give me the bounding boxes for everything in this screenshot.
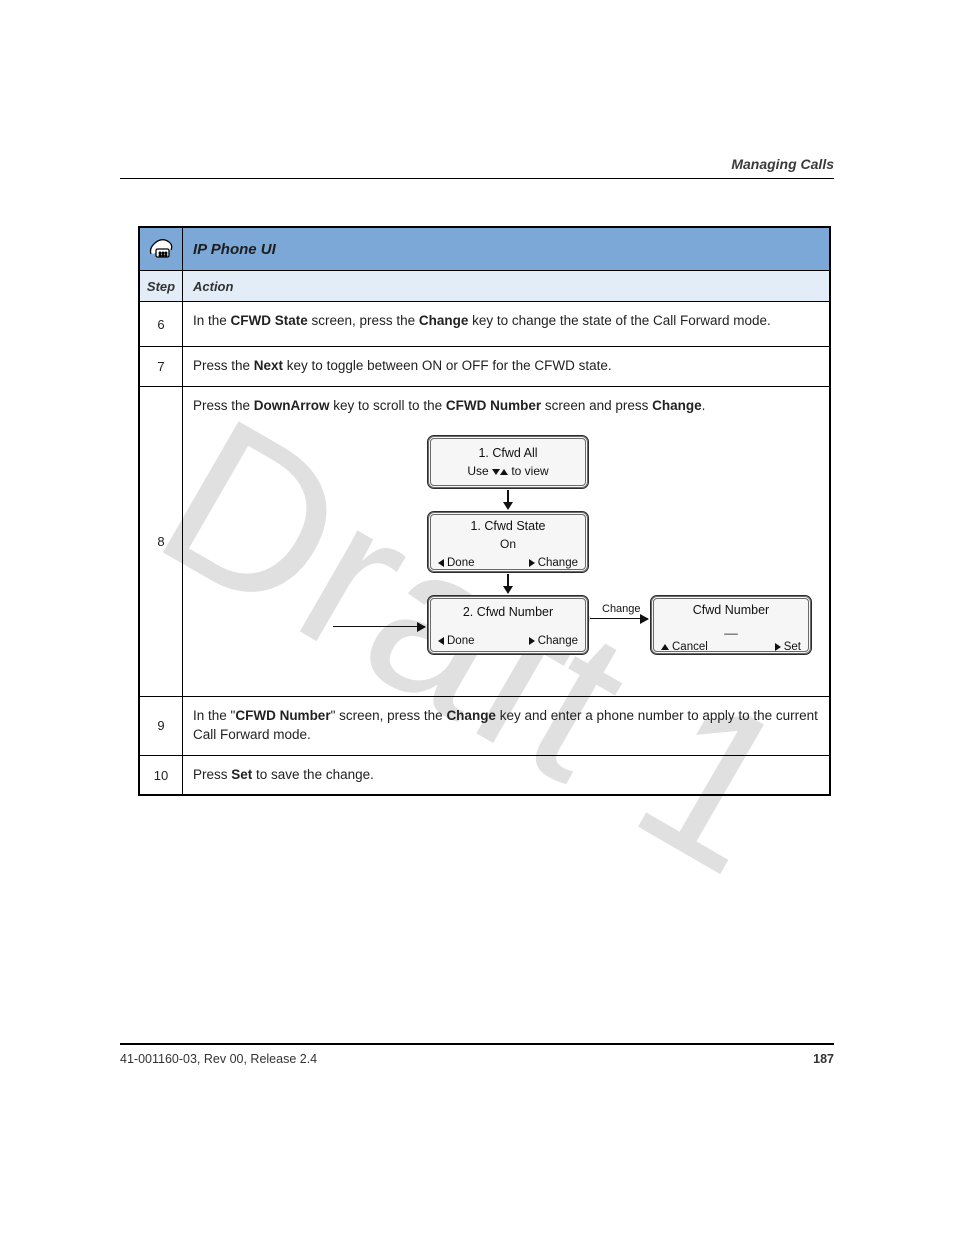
step-action: In the CFWD State screen, press the Chan… [183, 302, 831, 347]
lcd-line: On [431, 535, 585, 553]
table-row: 8 Press the DownArrow key to scroll to t… [139, 386, 830, 696]
flow-edge-label: Change [602, 602, 641, 617]
table-row: 6 In the CFWD State screen, press the Ch… [139, 302, 830, 347]
table-row: 9 In the "CFWD Number" screen, press the… [139, 696, 830, 755]
arrow-right-icon [333, 626, 425, 628]
lcd-softkey-set: Set [775, 639, 801, 655]
table-row: 10 Press Set to save the change. [139, 755, 830, 795]
lcd-softkey-change: Change [529, 555, 578, 571]
table-header-row: Step Action [139, 271, 830, 302]
step-number: 8 [139, 386, 183, 696]
step-number: 7 [139, 347, 183, 387]
arrow-right-icon [590, 618, 648, 620]
table-title: IP Phone UI [183, 227, 831, 271]
step-number: 6 [139, 302, 183, 347]
triangle-down-icon [492, 469, 500, 475]
lcd-line: __ [654, 619, 808, 637]
page: Managing Calls Draft 1 [0, 0, 954, 1235]
header-rule [120, 178, 834, 179]
lcd-softkey-cancel: Cancel [661, 639, 708, 655]
footer-page-number: 187 [813, 1052, 834, 1066]
procedure-table: IP Phone UI Step Action 6 In the CFWD St… [138, 226, 831, 796]
lcd-line: 1. Cfwd State [431, 515, 585, 536]
arrow-down-icon [503, 574, 513, 594]
step-action: In the "CFWD Number" screen, press the C… [183, 696, 831, 755]
triangle-up-icon [661, 644, 669, 650]
step-action: Press Set to save the change. [183, 755, 831, 795]
step-action: Press the DownArrow key to scroll to the… [183, 386, 831, 696]
lcd-line: Use to view [431, 462, 585, 480]
col-header-action: Action [183, 271, 831, 302]
step-action-text: Press the DownArrow key to scroll to the… [193, 397, 819, 416]
step-number: 9 [139, 696, 183, 755]
flow-diagram: 1. Cfwd All Use to view 1. Cfwd State On [193, 416, 819, 686]
footer-rule [120, 1043, 834, 1045]
step-number: 10 [139, 755, 183, 795]
lcd-screen-cfwd-all: 1. Cfwd All Use to view [428, 436, 588, 488]
table-title-row: IP Phone UI [139, 227, 830, 271]
lcd-softkey-done: Done [438, 555, 475, 571]
step-action: Press the Next key to toggle between ON … [183, 347, 831, 387]
lcd-screen-cfwd-state: 1. Cfwd State On Done Change [428, 512, 588, 572]
lcd-softkey-done: Done [438, 633, 475, 649]
footer-doc-id: 41-001160-03, Rev 00, Release 2.4 [120, 1052, 317, 1066]
lcd-softkey-change: Change [529, 633, 578, 649]
lcd-line: 2. Cfwd Number [431, 599, 585, 622]
header-section-title: Managing Calls [731, 156, 834, 172]
lcd-line: 1. Cfwd All [431, 439, 585, 463]
triangle-up-icon [500, 469, 508, 475]
col-header-step: Step [139, 271, 183, 302]
arrow-down-icon [503, 490, 513, 510]
lcd-line: Cfwd Number [654, 599, 808, 620]
phone-ui-icon [139, 227, 183, 271]
lcd-screen-cfwd-number-entry: Cfwd Number __ Cancel Set [651, 596, 811, 654]
table-row: 7 Press the Next key to toggle between O… [139, 347, 830, 387]
lcd-screen-cfwd-number: 2. Cfwd Number Done Change [428, 596, 588, 654]
